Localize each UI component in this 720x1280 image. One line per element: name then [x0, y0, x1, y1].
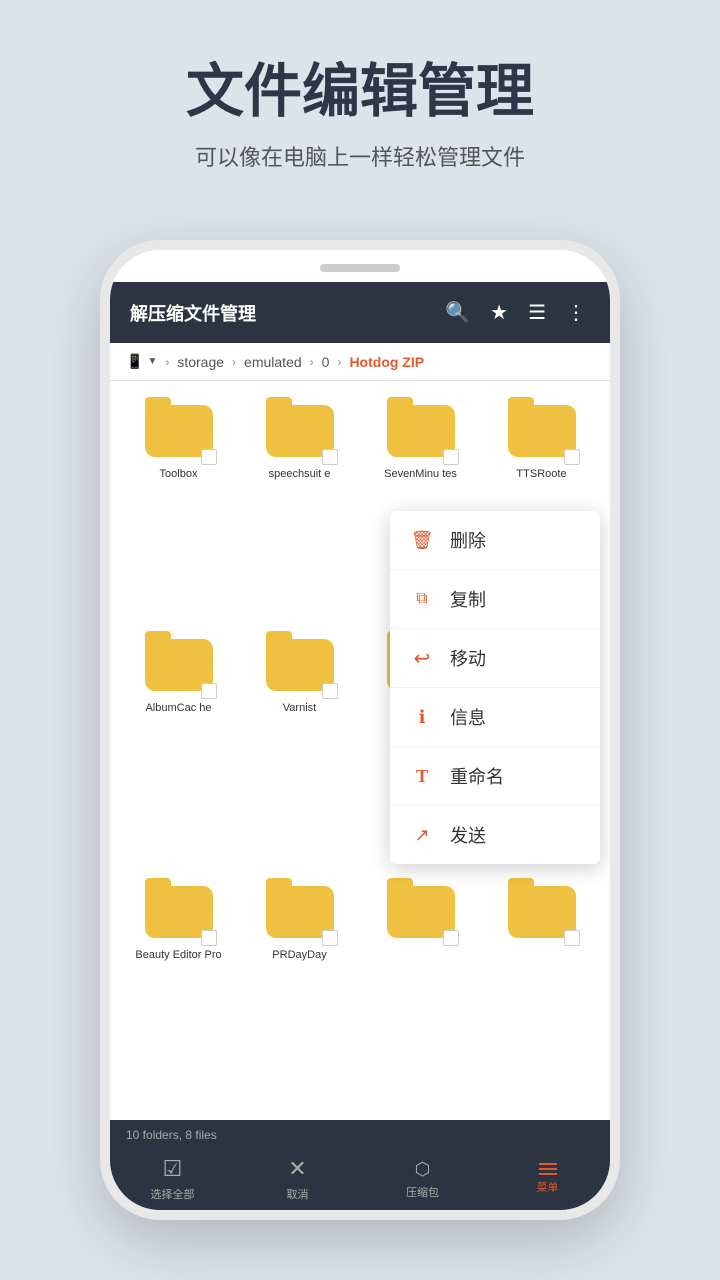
file-item-albumcache[interactable]: AlbumCac he: [122, 631, 235, 871]
delete-icon: 🗑: [410, 528, 434, 552]
file-label-sevenminutes: SevenMinu tes: [384, 467, 457, 481]
file-label-prdayday: PRDayDay: [272, 948, 326, 962]
context-rename[interactable]: T 重命名: [390, 747, 600, 806]
copy-icon: ⧉: [410, 587, 434, 611]
file-label-toolbox: Toolbox: [160, 467, 198, 481]
move-label: 移动: [450, 645, 486, 671]
file-item-toolbox[interactable]: Toolbox: [122, 397, 235, 623]
more-icon[interactable]: ⋮: [562, 296, 590, 329]
nav-compress[interactable]: ⬡ 压缩包: [360, 1159, 485, 1200]
send-icon: ↗: [410, 823, 434, 847]
file-item-prdayday[interactable]: PRDayDay: [243, 878, 356, 1104]
phone-speaker: [320, 264, 400, 272]
delete-label: 删除: [450, 527, 486, 553]
move-icon: ↩: [410, 646, 434, 670]
send-label: 发送: [450, 822, 486, 848]
file-label-speechsuite: speechsuit e: [269, 467, 331, 481]
file-item-varnist[interactable]: Varnist: [243, 631, 356, 871]
status-bar: 10 folders, 8 files: [110, 1120, 610, 1146]
cancel-label: 取消: [287, 1186, 309, 1202]
context-menu: 🗑 删除 ⧉ 复制 ↩ 移动 ℹ 信息 T 重命名: [390, 511, 600, 864]
file-label-albumcache: AlbumCac he: [145, 701, 211, 715]
rename-label: 重命名: [450, 763, 504, 789]
menu-lines-icon: [539, 1163, 557, 1175]
device-indicator[interactable]: 📱 ▼: [126, 353, 157, 370]
status-text: 10 folders, 8 files: [126, 1128, 217, 1142]
breadcrumb-bar: 📱 ▼ › storage › emulated › 0 › Hotdog ZI…: [110, 343, 610, 381]
file-item-folder11[interactable]: [364, 878, 477, 1104]
file-label-beauty: Beauty Editor Pro: [135, 948, 221, 962]
menu-label: 菜单: [537, 1179, 559, 1195]
context-copy[interactable]: ⧉ 复制: [390, 570, 600, 629]
context-move[interactable]: ↩ 移动: [390, 629, 600, 688]
file-item-folder12[interactable]: [485, 878, 598, 1104]
phone-mockup: 解压缩文件管理 🔍 ★ ☰ ⋮ 📱 ▼ › storage › emulated…: [100, 240, 620, 1220]
header-area: 文件编辑管理 可以像在电脑上一样轻松管理文件: [0, 0, 720, 212]
select-all-icon: ☑: [163, 1156, 183, 1182]
toolbar-title: 解压缩文件管理: [130, 300, 429, 326]
file-grid: Toolbox speechsuit e SevenMinu tes: [110, 381, 610, 1120]
star-icon[interactable]: ★: [486, 296, 512, 329]
search-icon[interactable]: 🔍: [441, 296, 474, 329]
app-content: 解压缩文件管理 🔍 ★ ☰ ⋮ 📱 ▼ › storage › emulated…: [110, 282, 610, 1210]
nav-menu[interactable]: 菜单: [485, 1163, 610, 1195]
select-all-label: 选择全部: [151, 1186, 195, 1202]
file-label-varnist: Varnist: [283, 701, 316, 715]
copy-label: 复制: [450, 586, 486, 612]
file-label-ttsroote: TTSRoote: [516, 467, 566, 481]
bottom-nav: ☑ 选择全部 ✕ 取消 ⬡ 压缩包 菜单: [110, 1146, 610, 1210]
file-item-beauty[interactable]: Beauty Editor Pro: [122, 878, 235, 1104]
rename-icon: T: [410, 764, 434, 788]
breadcrumb-emulated[interactable]: emulated: [244, 354, 302, 370]
main-title: 文件编辑管理: [40, 60, 680, 124]
info-label: 信息: [450, 704, 486, 730]
dropdown-arrow: ▼: [147, 356, 157, 367]
menu-icon[interactable]: ☰: [524, 296, 550, 329]
nav-cancel[interactable]: ✕ 取消: [235, 1156, 360, 1202]
context-send[interactable]: ↗ 发送: [390, 806, 600, 864]
context-delete[interactable]: 🗑 删除: [390, 511, 600, 570]
nav-select-all[interactable]: ☑ 选择全部: [110, 1156, 235, 1202]
breadcrumb-0[interactable]: 0: [322, 354, 330, 370]
breadcrumb-active[interactable]: Hotdog ZIP: [349, 354, 424, 370]
device-icon: 📱: [126, 353, 143, 370]
file-item-speechsuite[interactable]: speechsuit e: [243, 397, 356, 623]
app-toolbar: 解压缩文件管理 🔍 ★ ☰ ⋮: [110, 282, 610, 343]
context-info[interactable]: ℹ 信息: [390, 688, 600, 747]
sub-title: 可以像在电脑上一样轻松管理文件: [40, 140, 680, 172]
cancel-icon: ✕: [288, 1156, 306, 1182]
compress-icon: ⬡: [415, 1159, 431, 1180]
compress-label: 压缩包: [406, 1184, 439, 1200]
breadcrumb-storage[interactable]: storage: [177, 354, 224, 370]
info-icon: ℹ: [410, 705, 434, 729]
